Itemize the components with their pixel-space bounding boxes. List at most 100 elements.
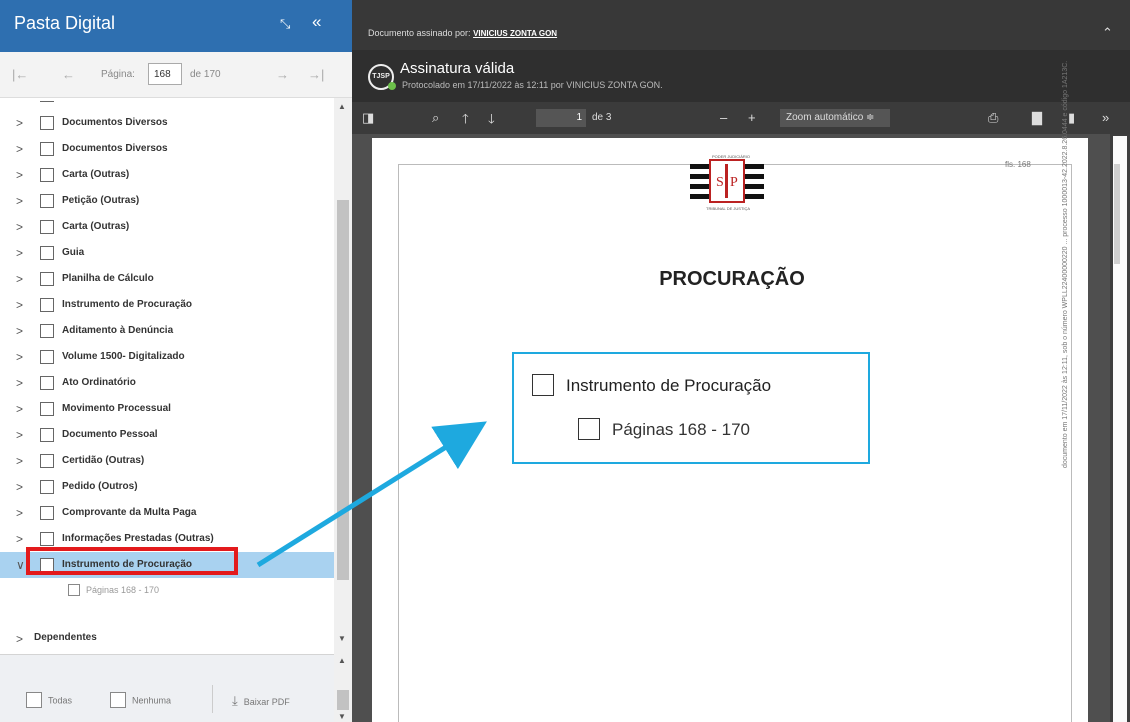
checkbox[interactable] — [40, 558, 54, 572]
previous-page-icon[interactable]: 🡑 — [462, 110, 469, 132]
collapse-up-icon[interactable]: ⌃ — [1102, 25, 1113, 41]
save-icon[interactable]: ▇ — [1032, 110, 1042, 126]
tree-item[interactable]: > Pedido (Outros) — [0, 474, 334, 500]
chevron-right-icon[interactable]: > — [16, 428, 23, 442]
chevron-right-icon[interactable]: > — [16, 480, 23, 494]
more-tools-button[interactable]: » — [1102, 110, 1109, 125]
chevron-down-icon[interactable]: ∨ — [16, 558, 25, 572]
checkbox[interactable] — [40, 298, 54, 312]
tree-item[interactable]: > Aditamento à Denúncia — [0, 318, 334, 344]
tree-item[interactable]: > Guia — [0, 240, 334, 266]
checkbox[interactable] — [40, 168, 54, 182]
expand-arrows-icon[interactable]: ⤡ — [280, 16, 290, 32]
checkbox[interactable] — [68, 584, 80, 596]
checkbox[interactable] — [40, 194, 54, 208]
tree-item[interactable]: > Planilha de Cálculo — [0, 266, 334, 292]
chevron-right-icon[interactable]: > — [16, 116, 23, 130]
chevron-right-icon[interactable]: > — [16, 454, 23, 468]
chevron-right-icon[interactable]: > — [16, 632, 23, 646]
scroll-up-icon[interactable]: ▲ — [338, 102, 346, 111]
checkbox[interactable] — [40, 350, 54, 364]
select-all-button[interactable]: Todas — [26, 692, 73, 709]
pdf-toolbar: ◨ ⌕ 🡑 🡓 1 de 3 – + Zoom automático ≑ ⎙ ▇… — [352, 102, 1130, 134]
scroll-down-icon[interactable]: ▼ — [338, 712, 346, 721]
scroll-down-icon[interactable]: ▼ — [338, 634, 346, 643]
prev-page-button[interactable]: ← — [62, 67, 75, 82]
scrollbar-thumb[interactable] — [1114, 164, 1120, 264]
chevron-right-icon[interactable]: > — [16, 506, 23, 520]
chevron-right-icon[interactable]: > — [16, 376, 23, 390]
chevron-right-icon[interactable]: > — [16, 142, 23, 156]
tree-item[interactable]: > Petição (Outras) — [0, 188, 334, 214]
zoom-out-button[interactable]: – — [720, 110, 727, 125]
search-icon[interactable]: ⌕ — [432, 110, 439, 126]
chevron-right-icon[interactable]: > — [16, 168, 23, 182]
checkbox[interactable] — [40, 506, 54, 520]
double-chevron-left-icon[interactable]: « — [312, 12, 321, 32]
scrollbar-thumb[interactable] — [337, 200, 349, 580]
tree-item[interactable]: > Documentos Diversos — [0, 136, 334, 162]
chevron-right-icon[interactable]: > — [16, 220, 23, 234]
tree-item[interactable]: > Volume 1500- Digitalizado — [0, 344, 334, 370]
checkbox[interactable] — [40, 116, 54, 130]
tree-scrollbar[interactable]: ▲ ▼ — [334, 98, 352, 654]
chevron-right-icon[interactable]: > — [16, 402, 23, 416]
scrollbar-thumb[interactable] — [337, 690, 349, 710]
pdf-page-count: de 3 — [592, 112, 612, 123]
select-none-button[interactable]: Nenhuma — [110, 692, 172, 709]
print-icon[interactable]: ⎙ — [988, 110, 998, 126]
checkbox[interactable] — [40, 246, 54, 260]
chevron-right-icon[interactable]: > — [16, 532, 23, 546]
tree-item[interactable]: > Documento Pessoal — [0, 422, 334, 448]
tree-item[interactable]: > Carta (Outras) — [0, 162, 334, 188]
chevron-right-icon[interactable]: > — [16, 194, 23, 208]
tree-item[interactable]: > Carta (Outras) — [0, 214, 334, 240]
pdf-scrollbar[interactable] — [1110, 134, 1130, 722]
chevron-right-icon[interactable]: > — [16, 246, 23, 260]
checkbox[interactable] — [40, 428, 54, 442]
chevron-right-icon[interactable]: > — [16, 324, 23, 338]
chevron-right-icon[interactable]: > — [16, 298, 23, 312]
tree-item-label: Instrumento de Procuração — [62, 559, 193, 570]
tree-item[interactable]: > Comprovante da Multa Paga — [0, 500, 334, 526]
tree-item[interactable]: > Informações Prestadas (Outras) — [0, 526, 334, 552]
footer-scrollbar[interactable]: ▲ ▼ — [334, 654, 352, 722]
select-all-label: Todas — [48, 695, 73, 706]
last-page-button[interactable]: →| — [308, 67, 324, 82]
tree-item-selected[interactable]: ∨ Instrumento de Procuração — [0, 552, 334, 578]
tree-item[interactable]: > Movimento Processual — [0, 396, 334, 422]
checkbox[interactable] — [40, 454, 54, 468]
tree-item[interactable]: > Certidão (Outras) — [0, 448, 334, 474]
checkbox[interactable] — [40, 402, 54, 416]
checkbox[interactable] — [40, 480, 54, 494]
zoom-select[interactable]: Zoom automático ≑ — [780, 109, 890, 127]
checkbox[interactable] — [40, 324, 54, 338]
checkbox[interactable] — [40, 532, 54, 546]
tree-item[interactable]: > Documentos Diversos — [0, 110, 334, 136]
download-pdf-button[interactable]: ⤓ Baixar PDF — [232, 693, 290, 709]
tree-item[interactable]: > Ato Ordinatório — [0, 370, 334, 396]
page-number-input[interactable] — [148, 63, 182, 85]
signature-side-text: documento em 17/11/2022 às 12:11, sob o … — [1062, 60, 1069, 468]
next-page-icon[interactable]: 🡓 — [488, 110, 495, 132]
tree-item-label: Carta (Outras) — [62, 221, 130, 232]
pdf-page-input[interactable]: 1 — [536, 109, 586, 127]
dependents-label[interactable]: Dependentes — [34, 632, 97, 643]
tree-item[interactable]: > Instrumento de Procuração — [0, 292, 334, 318]
select-none-label: Nenhuma — [132, 695, 172, 706]
sidebar-toggle-icon[interactable]: ◨ — [362, 110, 374, 126]
zoom-in-button[interactable]: + — [748, 110, 756, 125]
chevron-right-icon[interactable]: > — [16, 350, 23, 364]
first-page-button[interactable]: |← — [12, 67, 28, 82]
scroll-up-icon[interactable]: ▲ — [338, 656, 346, 665]
page-navigation: |← ← Página: de 170 → →| — [0, 52, 352, 98]
signature-bar: Documento assinado por: VINICIUS ZONTA G… — [352, 0, 1130, 50]
chevron-right-icon[interactable]: > — [16, 272, 23, 286]
tree-subitem-label[interactable]: Páginas 168 - 170 — [86, 585, 159, 595]
checkbox[interactable] — [40, 376, 54, 390]
bookmark-icon[interactable]: ▮ — [1068, 110, 1075, 126]
checkbox[interactable] — [40, 272, 54, 286]
checkbox[interactable] — [40, 142, 54, 156]
next-page-button[interactable]: → — [276, 67, 289, 82]
checkbox[interactable] — [40, 220, 54, 234]
